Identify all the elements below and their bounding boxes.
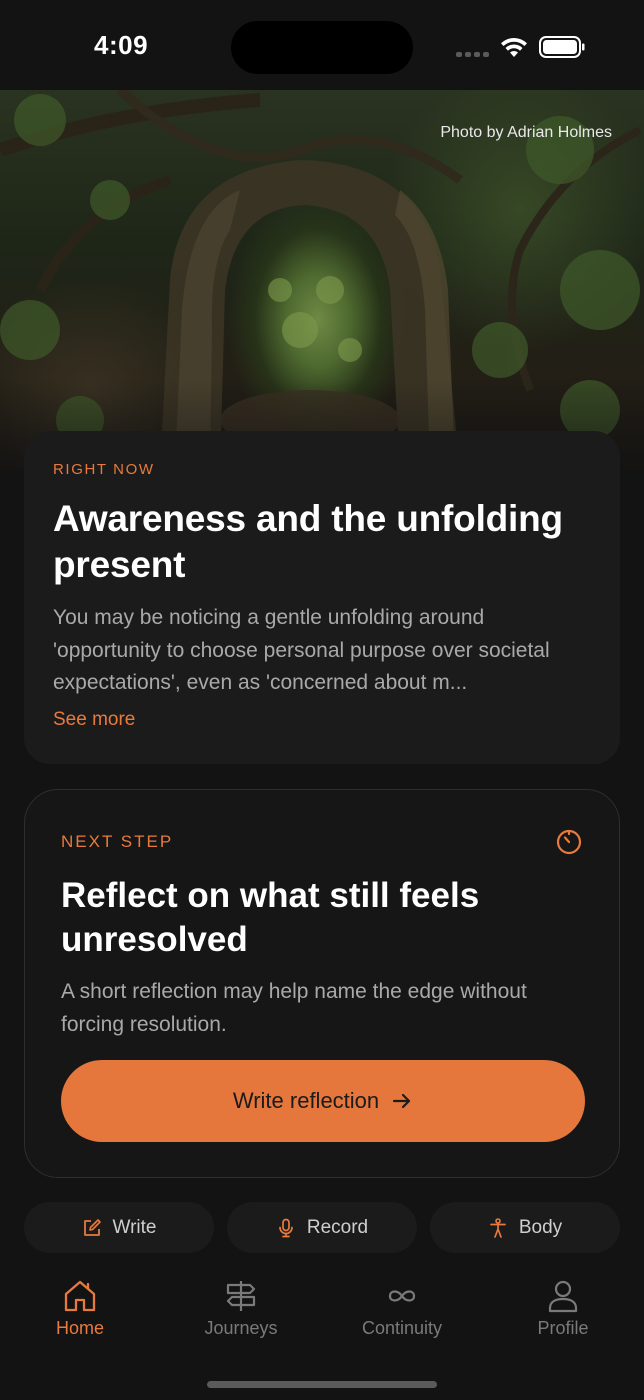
right-now-card[interactable]: RIGHT NOW Awareness and the unfolding pr… — [24, 431, 620, 764]
nav-label-journeys: Journeys — [204, 1318, 278, 1338]
cellular-signal-icon — [456, 52, 489, 57]
see-more-link[interactable]: See more — [53, 709, 135, 731]
home-indicator — [207, 1381, 437, 1388]
photo-credit[interactable]: Photo by Adrian Holmes — [440, 124, 612, 142]
infinity-icon — [388, 1290, 416, 1302]
battery-icon — [539, 36, 585, 58]
nav-item-continuity[interactable]: Continuity — [337, 1278, 467, 1339]
home-icon — [64, 1280, 96, 1312]
quick-action-label: Record — [306, 1216, 369, 1238]
nav-label-continuity: Continuity — [361, 1318, 443, 1338]
next-step-card: NEXT STEP Reflect on what still feels un… — [24, 789, 620, 1178]
quick-action-write[interactable]: Write — [24, 1202, 214, 1253]
right-now-body: You may be noticing a gentle unfolding a… — [53, 606, 550, 694]
right-now-title: Awareness and the unfolding present — [53, 498, 563, 585]
nav-item-profile[interactable]: Profile — [498, 1278, 628, 1339]
nav-item-home[interactable]: Home — [15, 1278, 145, 1339]
microphone-icon — [279, 1218, 293, 1237]
body-icon — [489, 1217, 506, 1238]
person-icon — [548, 1280, 578, 1313]
dynamic-island — [231, 21, 413, 74]
write-reflection-label: Write reflection — [232, 1088, 380, 1113]
hero-photo: Photo by Adrian Holmes — [0, 90, 644, 470]
status-time: 4:09 — [94, 30, 149, 60]
quick-action-label: Body — [518, 1216, 563, 1238]
edit-icon — [83, 1218, 101, 1236]
quick-action-label: Write — [112, 1216, 157, 1238]
next-step-title: Reflect on what still feels unresolved — [61, 876, 480, 959]
timer-icon — [556, 829, 582, 855]
status-bar: 4:09 — [0, 0, 644, 92]
next-step-eyebrow: NEXT STEP — [61, 832, 174, 851]
quick-action-record[interactable]: Record — [227, 1202, 417, 1253]
quick-action-body[interactable]: Body — [430, 1202, 620, 1253]
arrow-right-icon — [393, 1093, 411, 1109]
nav-item-journeys[interactable]: Journeys — [176, 1278, 306, 1339]
next-step-body: A short reflection may help name the edg… — [61, 980, 527, 1036]
right-now-eyebrow: RIGHT NOW — [53, 461, 155, 478]
wifi-icon — [501, 37, 527, 57]
write-reflection-button[interactable]: Write reflection — [61, 1060, 585, 1142]
nav-label-profile: Profile — [537, 1318, 589, 1338]
signpost-icon — [226, 1281, 256, 1311]
nav-label-home: Home — [55, 1318, 104, 1338]
